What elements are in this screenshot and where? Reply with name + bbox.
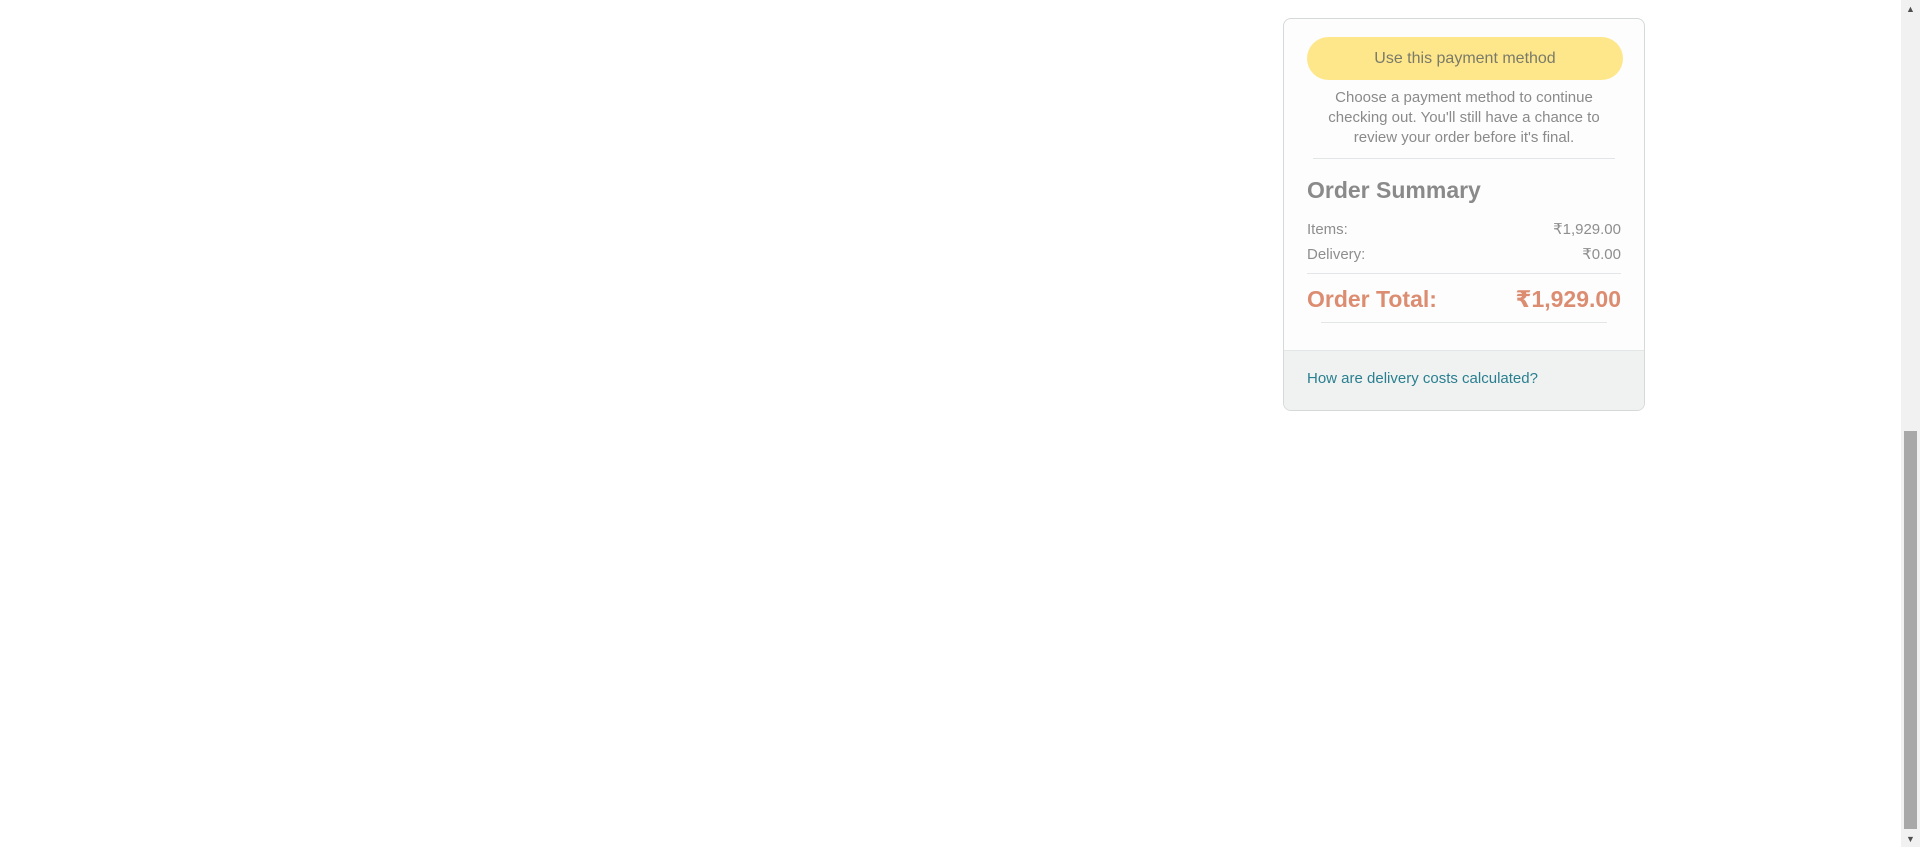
order-total-label: Order Total: — [1307, 286, 1437, 312]
triangle-up-icon[interactable]: ▲ — [1901, 0, 1920, 17]
items-row: Items: ₹1,929.00 — [1307, 217, 1621, 242]
items-label: Items: — [1307, 221, 1348, 238]
order-summary-footer: How are delivery costs calculated? — [1284, 350, 1644, 410]
summary-divider — [1307, 273, 1621, 274]
order-summary-card: Use this payment method Choose a payment… — [1283, 18, 1645, 411]
delivery-row: Delivery: ₹0.00 — [1307, 242, 1621, 267]
checkout-page: Use this payment method Choose a payment… — [0, 0, 1920, 847]
summary-rows: Items: ₹1,929.00 Delivery: ₹0.00 — [1307, 217, 1621, 267]
order-summary-body: Use this payment method Choose a payment… — [1284, 19, 1644, 323]
delivery-value: ₹0.00 — [1582, 246, 1621, 263]
delivery-label: Delivery: — [1307, 246, 1366, 263]
scrollbar-thumb[interactable] — [1904, 431, 1917, 829]
use-payment-method-button[interactable]: Use this payment method — [1307, 37, 1623, 80]
total-divider — [1321, 322, 1607, 323]
order-summary-title: Order Summary — [1307, 177, 1481, 203]
payment-helper-text: Choose a payment method to continue chec… — [1313, 88, 1615, 159]
vertical-scrollbar[interactable]: ▲ ▼ — [1901, 0, 1920, 847]
triangle-down-icon[interactable]: ▼ — [1901, 830, 1920, 847]
order-total-value: ₹1,929.00 — [1515, 286, 1621, 312]
order-total-row: Order Total: ₹1,929.00 — [1307, 282, 1621, 316]
delivery-costs-link[interactable]: How are delivery costs calculated? — [1307, 370, 1538, 387]
items-value: ₹1,929.00 — [1553, 221, 1621, 238]
